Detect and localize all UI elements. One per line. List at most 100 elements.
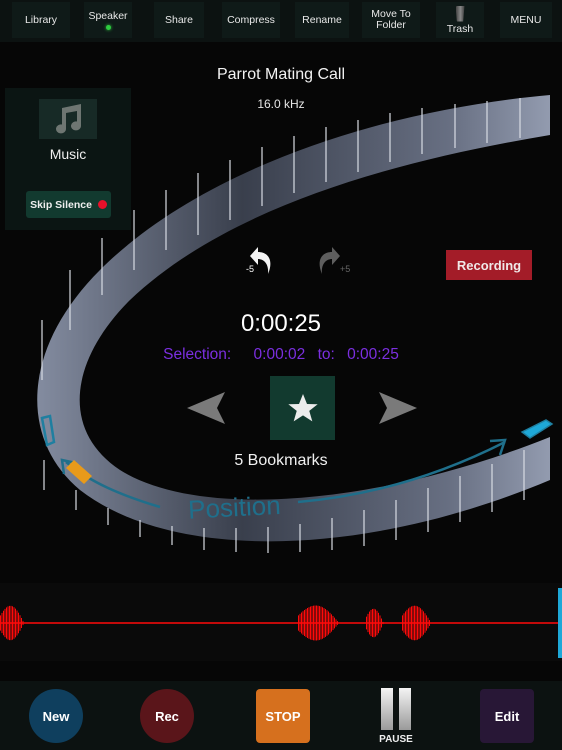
waveform-bar [6,607,7,639]
add-bookmark-button[interactable] [270,376,335,440]
waveform-bar [414,605,415,641]
rec-button[interactable]: Rec [140,689,194,743]
previous-bookmark-button[interactable] [187,392,225,424]
waveform-bar [7,606,9,640]
pause-icon-bar [399,688,411,730]
waveform-bar [298,615,299,631]
waveform-bar [366,616,367,630]
chevron-right-icon [379,392,417,424]
chevron-left-icon [187,392,225,424]
waveform-bar [302,611,304,635]
playhead-line [558,588,562,658]
waveform-bar [418,607,420,639]
waveform-bar [320,606,322,640]
waveform-bar [19,615,21,631]
waveform-bar [323,608,325,638]
stop-button[interactable]: STOP [256,689,310,743]
new-button[interactable]: New [29,689,83,743]
waveform-bar [4,608,6,638]
waveform-bar [369,611,370,635]
waveform-bar [304,610,305,636]
waveform-bar [311,606,313,640]
waveform-bar [417,606,418,640]
waveform-bar [15,608,16,638]
edit-button[interactable]: Edit [480,689,534,743]
waveform-bar [12,606,13,640]
waveform-bar [10,605,12,641]
waveform-bar [402,615,403,631]
waveform-bar [381,618,382,628]
waveform-bar [317,605,319,641]
waveform-bar [408,608,409,638]
waveform-bar [378,612,379,634]
transport-bar: New Rec STOP PAUSE Edit [0,681,562,750]
waveform-bar [16,610,18,636]
waveform-bar [325,609,326,637]
category-tile[interactable] [39,99,97,139]
waveform-bar [3,610,4,636]
waveform-bar [22,620,24,626]
jump-forward-label: +5 [340,264,351,274]
waveform-bar [314,605,316,641]
waveform-bar [423,611,424,635]
waveform-bar [322,607,323,639]
waveform-bar [379,615,381,631]
waveform-bar [426,615,427,631]
pause-button[interactable]: PAUSE [376,688,416,748]
pause-label: PAUSE [379,734,413,745]
waveform-bar [13,607,15,639]
music-note-icon [56,104,81,134]
current-time: 0:00:25 [240,310,322,337]
pause-icon [381,688,393,730]
waveform-bar [373,608,375,638]
waveform-bar [406,609,408,637]
waveform-bar [421,609,423,637]
waveform-bar [411,606,412,640]
recording-title: Parrot Mating Call [216,66,346,83]
waveform-bar [305,608,307,638]
skip-silence-toggle[interactable]: Skip Silence [26,191,111,218]
jump-back-button[interactable]: -5 [238,244,278,284]
waveform-bar [420,608,421,638]
selection-range: Selection: 0:00:02 to: 0:00:25 [0,346,562,364]
skip-silence-label: Skip Silence [30,198,92,211]
skip-silence-indicator [97,200,107,209]
waveform-bar [375,609,376,637]
waveform-bar [367,613,369,633]
waveform-bar [1,612,3,634]
waveform-bar [331,614,332,632]
category-label: Music [49,146,87,162]
waveform[interactable] [0,583,562,661]
recording-status-badge: Recording [446,250,532,280]
edit-label: Edit [494,708,520,724]
waveform-bar [313,605,314,641]
waveform-bar [326,610,328,636]
waveform-bar [424,613,426,633]
waveform-bar [301,612,302,634]
bookmarks-count[interactable]: 5 Bookmarks [0,452,562,470]
waveform-bar [412,605,414,641]
undo-arrow-icon [250,247,271,274]
waveform-bar [334,617,335,629]
rec-label: Rec [155,708,179,724]
selection-start[interactable]: 0:00:02 [254,346,306,363]
waveform-bar [382,621,384,625]
jump-forward-button[interactable]: +5 [312,244,352,284]
selection-end-marker [520,419,554,439]
waveform-bar [405,611,406,635]
next-bookmark-button[interactable] [379,392,417,424]
waveform-bar [337,621,338,625]
waveform-bar [332,615,334,631]
waveform-bar [429,620,430,626]
waveform-bar [9,605,10,641]
waveform-bar [415,605,417,641]
new-label: New [42,708,70,724]
waveform-bar [409,607,411,639]
waveform-bar [427,617,429,629]
waveform-bar [310,606,311,640]
selection-label: Selection: [163,346,232,363]
waveform-bar [307,607,308,639]
waveform-bar [370,609,372,637]
stop-label: STOP [265,708,301,724]
selection-end[interactable]: 0:00:25 [347,346,399,363]
